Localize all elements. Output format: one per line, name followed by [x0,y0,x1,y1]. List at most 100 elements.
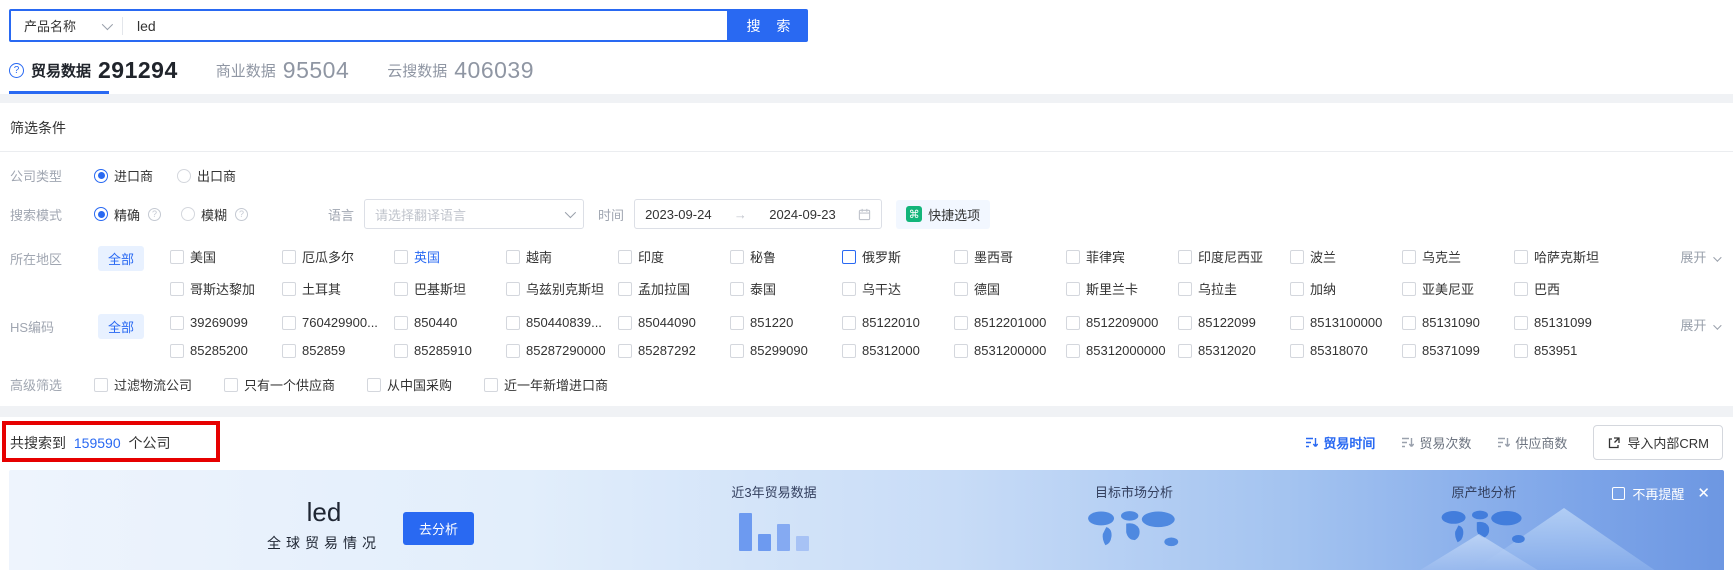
filter-checkbox-item[interactable]: 厄瓜多尔 [282,247,394,266]
analyze-button[interactable]: 去分析 [403,512,475,545]
filter-checkbox-item[interactable]: 菲律宾 [1066,247,1178,266]
filter-checkbox-item[interactable]: 巴西 [1514,279,1626,298]
trade-trend-section[interactable]: 近3年贸易数据 [709,482,839,551]
checkbox-icon[interactable] [954,281,969,296]
filter-checkbox-item[interactable]: 85285910 [394,343,506,358]
checkbox-icon[interactable] [506,281,521,296]
checkbox-icon[interactable] [842,315,857,330]
filter-checkbox-item[interactable]: 850440839... [506,315,618,330]
checkbox-icon[interactable] [170,343,185,358]
checkbox-icon[interactable] [1178,315,1193,330]
radio-on-icon[interactable] [94,207,108,221]
filter-checkbox-item[interactable]: 波兰 [1290,247,1402,266]
search-input[interactable] [123,17,727,34]
filter-checkbox-item[interactable]: 乌克兰 [1402,247,1514,266]
checkbox-icon[interactable] [1514,315,1529,330]
radio-fuzzy[interactable]: 模糊 [181,205,227,224]
tab-cloud-search-data[interactable]: 云搜数据 406039 [387,57,534,94]
filter-checkbox-item[interactable]: 85312000000 [1066,343,1178,358]
filter-checkbox-item[interactable]: 85122010 [842,315,954,330]
filter-checkbox-item[interactable]: 85131099 [1514,315,1626,330]
checkbox-icon[interactable] [1514,249,1529,264]
target-market-section[interactable]: 目标市场分析 [1064,482,1204,558]
checkbox-icon[interactable] [1178,281,1193,296]
checkbox-icon[interactable] [1514,281,1529,296]
filter-checkbox-item[interactable]: 巴基斯坦 [394,279,506,298]
filter-checkbox-item[interactable]: 8512209000 [1066,315,1178,330]
filter-checkbox-item[interactable]: 印度尼西亚 [1178,247,1290,266]
filter-checkbox-item[interactable]: 土耳其 [282,279,394,298]
filter-checkbox-item[interactable]: 孟加拉国 [618,279,730,298]
filter-checkbox-item[interactable]: 85122099 [1178,315,1290,330]
checkbox-icon[interactable] [1290,315,1305,330]
radio-on-icon[interactable] [94,168,108,183]
checkbox-icon[interactable] [1402,249,1417,264]
filter-checkbox-item[interactable]: 850440 [394,315,506,330]
filter-checkbox-item[interactable]: 美国 [170,247,282,266]
checkbox-icon[interactable] [618,281,633,296]
filter-checkbox-item[interactable]: 85131090 [1402,315,1514,330]
checkbox-icon[interactable] [842,249,857,264]
checkbox-icon[interactable] [618,249,633,264]
filter-checkbox-item[interactable]: 乌兹别克斯坦 [506,279,618,298]
checkbox-icon[interactable] [842,281,857,296]
filter-checkbox-item[interactable]: 英国 [394,247,506,266]
filter-checkbox-item[interactable]: 852859 [282,343,394,358]
question-circle-icon[interactable]: ? [9,63,24,78]
radio-exact[interactable]: 精确 [94,205,140,224]
checkbox-icon[interactable] [954,343,969,358]
filter-checkbox-item[interactable]: 851220 [730,315,842,330]
checkbox-icon[interactable] [1290,249,1305,264]
filter-checkbox-item[interactable]: 39269099 [170,315,282,330]
filter-checkbox-item[interactable]: 俄罗斯 [842,247,954,266]
filter-checkbox-item[interactable]: 只有一个供应商 [224,375,335,394]
filter-checkbox-item[interactable]: 从中国采购 [367,375,452,394]
dismiss-checkbox[interactable] [1612,487,1626,500]
filter-checkbox-item[interactable]: 斯里兰卡 [1066,279,1178,298]
checkbox-icon[interactable] [394,315,409,330]
tab-trade-data[interactable]: ? 贸易数据 291294 [9,57,178,94]
filter-checkbox-item[interactable]: 85318070 [1290,343,1402,358]
filter-checkbox-item[interactable]: 85287290000 [506,343,618,358]
checkbox-icon[interactable] [506,343,521,358]
filter-checkbox-item[interactable]: 哥斯达黎加 [170,279,282,298]
checkbox-icon[interactable] [1290,281,1305,296]
date-start[interactable]: 2023-09-24 [645,207,712,222]
tab-business-data[interactable]: 商业数据 95504 [216,57,349,94]
filter-checkbox-item[interactable]: 乌干达 [842,279,954,298]
region-expand-link[interactable]: 展开 [1680,247,1722,266]
search-category-select[interactable]: 产品名称 [11,16,122,35]
checkbox-icon[interactable] [394,249,409,264]
hs-expand-link[interactable]: 展开 [1680,315,1722,334]
checkbox-icon[interactable] [1066,281,1081,296]
filter-checkbox-item[interactable]: 印度 [618,247,730,266]
filter-checkbox-item[interactable]: 85312000 [842,343,954,358]
checkbox-icon[interactable] [730,315,745,330]
filter-checkbox-item[interactable]: 越南 [506,247,618,266]
checkbox-icon[interactable] [394,343,409,358]
checkbox-icon[interactable] [730,281,745,296]
filter-checkbox-item[interactable]: 乌拉圭 [1178,279,1290,298]
checkbox-icon[interactable] [94,377,108,392]
checkbox-icon[interactable] [170,315,185,330]
checkbox-icon[interactable] [730,249,745,264]
filter-checkbox-item[interactable]: 近一年新增进口商 [484,375,608,394]
radio-off-icon[interactable] [177,168,192,183]
filter-checkbox-item[interactable]: 泰国 [730,279,842,298]
checkbox-icon[interactable] [1514,343,1529,358]
checkbox-icon[interactable] [1402,281,1417,296]
filter-checkbox-item[interactable]: 85287292 [618,343,730,358]
checkbox-icon[interactable] [1402,315,1417,330]
checkbox-icon[interactable] [506,249,521,264]
checkbox-icon[interactable] [954,315,969,330]
checkbox-icon[interactable] [618,343,633,358]
checkbox-icon[interactable] [1402,343,1417,358]
checkbox-icon[interactable] [484,377,499,392]
checkbox-icon[interactable] [1178,249,1193,264]
checkbox-icon[interactable] [170,281,185,296]
checkbox-icon[interactable] [394,281,409,296]
checkbox-icon[interactable] [1066,315,1081,330]
filter-checkbox-item[interactable]: 8531200000 [954,343,1066,358]
filter-checkbox-item[interactable]: 8512201000 [954,315,1066,330]
sort-supplier-count[interactable]: 供应商数 [1497,433,1567,452]
